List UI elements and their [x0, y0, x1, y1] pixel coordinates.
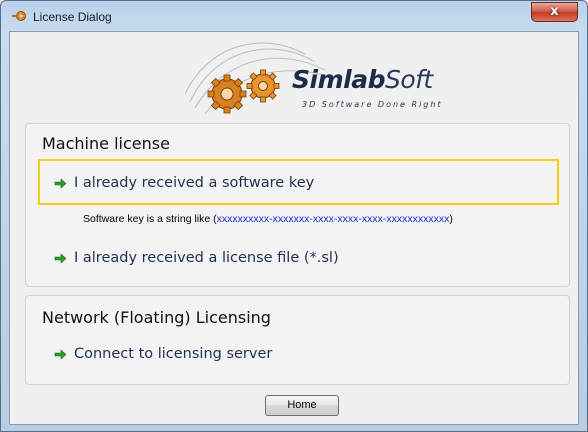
- window-title: License Dialog: [33, 10, 112, 24]
- machine-license-title: Machine license: [42, 134, 170, 153]
- logo-wordmark: SimlabSoft: [292, 65, 433, 94]
- license-dialog-window: License Dialog x SimlabSoft 3D Software …: [0, 0, 588, 432]
- network-licensing-title: Network (Floating) Licensing: [42, 308, 271, 327]
- close-icon: x: [550, 4, 559, 19]
- close-button[interactable]: x: [531, 2, 578, 22]
- app-icon: [12, 11, 26, 21]
- simlab-logo: SimlabSoft 3D Software Done Right: [185, 42, 455, 122]
- software-key-hint: Software key is a string like (xxxxxxxxx…: [83, 213, 453, 225]
- title-bar[interactable]: License Dialog x: [1, 1, 587, 31]
- network-licensing-panel: Network (Floating) Licensing: [25, 295, 570, 385]
- software-key-pattern: xxxxxxxxxx-xxxxxxx-xxxx-xxxx-xxxx-xxxxxx…: [216, 213, 450, 225]
- logo-tagline: 3D Software Done Right: [302, 100, 443, 109]
- home-button[interactable]: Home: [265, 395, 339, 416]
- licensing-server-option[interactable]: Connect to licensing server: [74, 346, 272, 362]
- green-arrow-icon: [54, 349, 67, 360]
- software-key-option[interactable]: I already received a software key: [74, 175, 314, 191]
- green-arrow-icon: [54, 253, 67, 264]
- license-file-option[interactable]: I already received a license file (*.sl): [74, 250, 339, 266]
- green-arrow-icon: [54, 178, 67, 189]
